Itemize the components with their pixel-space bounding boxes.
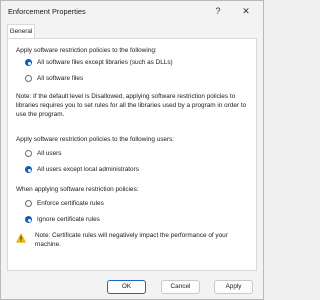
section1-heading: Apply software restriction policies to t… xyxy=(16,47,157,54)
tab-general[interactable]: General xyxy=(7,24,35,38)
radio-label: All users except local administrators xyxy=(37,166,139,173)
title-bar: Enforcement Properties ? ✕ xyxy=(1,1,263,20)
ok-button[interactable]: OK xyxy=(107,280,146,294)
radio-selected-indicator xyxy=(25,216,32,223)
help-button[interactable]: ? xyxy=(211,4,225,18)
section2-heading: Apply software restriction policies to t… xyxy=(16,136,175,143)
radio-indicator xyxy=(25,75,32,82)
cancel-button[interactable]: Cancel xyxy=(161,280,200,294)
radio-indicator xyxy=(25,200,32,207)
radio-label: Enforce certificate rules xyxy=(37,200,104,207)
radio-all-software-files[interactable]: All software files xyxy=(25,74,83,83)
libraries-note: Note: If the default level is Disallowed… xyxy=(16,93,247,118)
apply-button[interactable]: Apply xyxy=(214,280,253,294)
general-panel: Apply software restriction policies to t… xyxy=(7,38,257,271)
radio-label: Ignore certificate rules xyxy=(37,216,100,223)
radio-all-except-libraries[interactable]: All software files except libraries (suc… xyxy=(25,58,173,67)
section3-heading: When applying software restriction polic… xyxy=(16,186,139,193)
radio-label: All software files except libraries (suc… xyxy=(37,59,173,66)
radio-label: All software files xyxy=(37,75,84,82)
radio-all-users-except-admins[interactable]: All users except local administrators xyxy=(25,165,139,174)
warning-icon xyxy=(16,233,26,243)
radio-selected-indicator xyxy=(25,166,32,173)
enforcement-properties-dialog: Enforcement Properties ? ✕ General Apply… xyxy=(0,0,264,300)
radio-selected-indicator xyxy=(25,59,32,66)
radio-all-users[interactable]: All users xyxy=(25,149,62,158)
radio-enforce-certificate-rules[interactable]: Enforce certificate rules xyxy=(25,199,104,208)
dialog-title: Enforcement Properties xyxy=(8,7,86,16)
radio-indicator xyxy=(25,150,32,157)
radio-ignore-certificate-rules[interactable]: Ignore certificate rules xyxy=(25,215,100,224)
certificate-warning-text: Note: Certificate rules will negatively … xyxy=(35,232,228,248)
radio-label: All users xyxy=(37,150,62,157)
close-button[interactable]: ✕ xyxy=(239,4,253,18)
